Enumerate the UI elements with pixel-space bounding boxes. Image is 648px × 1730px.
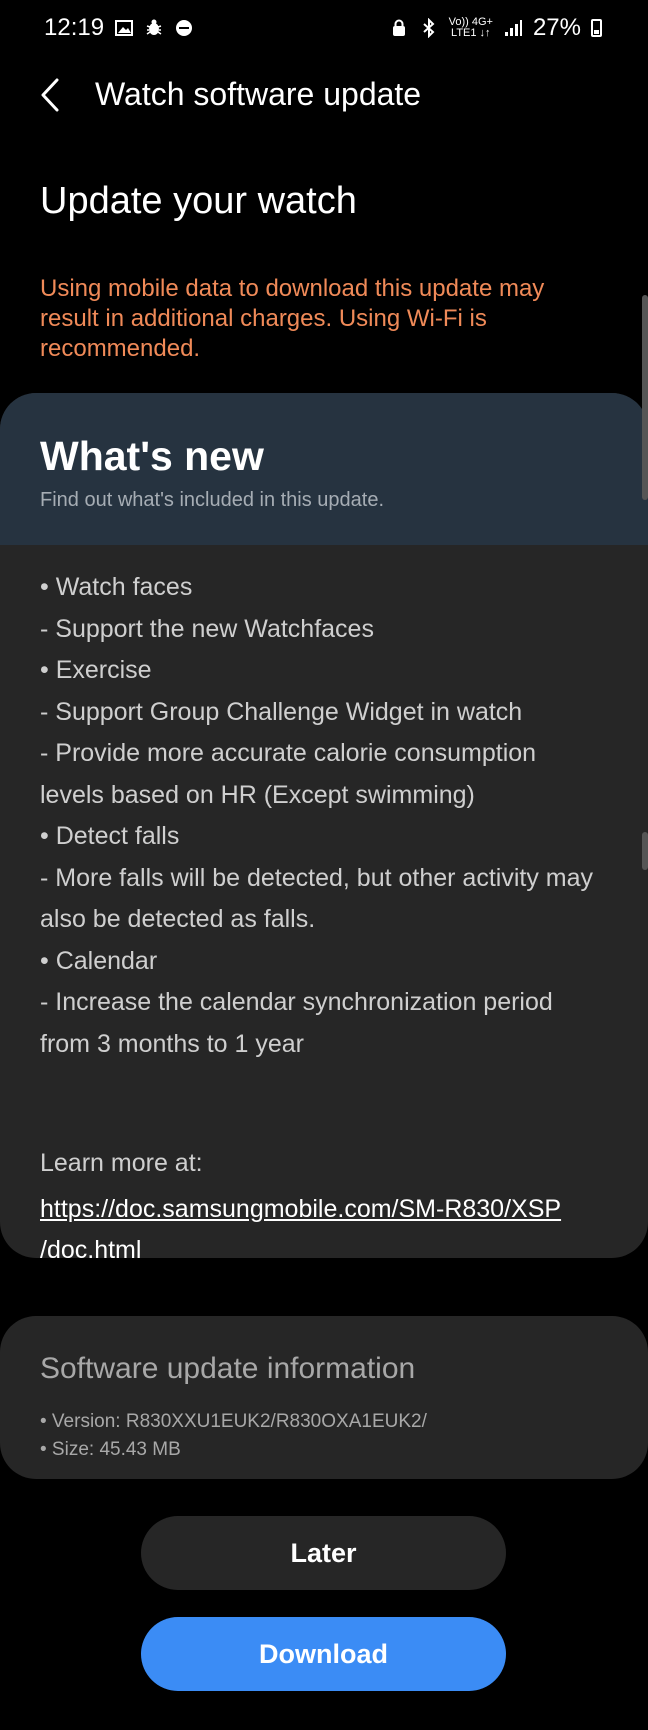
release-note-line: • Detect falls xyxy=(40,822,180,850)
release-note-line: - Provide more accurate calorie consumpt… xyxy=(40,739,537,767)
app-bar: Watch software update xyxy=(0,60,648,130)
later-button[interactable]: Later xyxy=(141,1516,506,1590)
network-type-bottom: LTE1 ↓↑ xyxy=(451,27,491,39)
chevron-left-icon xyxy=(41,78,59,112)
learn-more-link[interactable]: https://doc.samsungmobile.com/SM-R830/XS… xyxy=(40,1189,620,1258)
status-time: 12:19 xyxy=(44,14,105,41)
download-button[interactable]: Download xyxy=(141,1617,506,1691)
news-icon xyxy=(176,20,192,36)
back-button[interactable] xyxy=(30,72,70,118)
whats-new-header: What's new Find out what's included in t… xyxy=(0,393,648,545)
whats-new-subtitle: Find out what's included in this update. xyxy=(40,489,385,511)
network-indicator: Vo)) 4G+ LTE1 ↓↑ xyxy=(449,17,493,39)
release-note-line: • Calendar xyxy=(40,946,158,975)
learn-more-label: Learn more at: xyxy=(40,1149,203,1177)
release-note-line: levels based on HR (Except swimming) xyxy=(40,780,475,809)
release-note-line: also be detected as falls. xyxy=(40,905,316,933)
release-notes: • Watch faces - Support the new Watchfac… xyxy=(40,567,620,1065)
page-title: Update your watch xyxy=(40,180,357,222)
learn-more-link-line[interactable]: https://doc.samsungmobile.com/SM-R830/XS… xyxy=(40,1189,620,1230)
status-notification-icons xyxy=(114,18,194,38)
status-bar: 12:19 Vo)) 4G+ LTE1 ↓↑ 27% xyxy=(0,0,648,56)
lock-icon xyxy=(392,19,405,36)
bug-icon xyxy=(146,19,162,35)
app-bar-title: Watch software update xyxy=(95,76,422,112)
release-note-line: - More falls will be detected, but other… xyxy=(40,863,594,892)
scrollbar-thumb[interactable] xyxy=(642,295,648,500)
battery-percent: 27% xyxy=(532,14,581,41)
software-info-title: Software update information xyxy=(40,1352,416,1385)
software-size: • Size: 45.43 MB xyxy=(40,1439,181,1460)
bluetooth-icon xyxy=(422,18,435,38)
release-note-line: - Increase the calendar synchronization … xyxy=(40,988,553,1016)
battery-icon xyxy=(591,19,602,37)
learn-more-link-line[interactable]: /doc.html xyxy=(40,1230,620,1258)
scrollbar-thumb[interactable] xyxy=(642,832,648,870)
whats-new-title: What's new xyxy=(40,433,264,479)
gallery-icon xyxy=(115,20,133,36)
whats-new-card[interactable]: What's new Find out what's included in t… xyxy=(0,393,648,1258)
release-note-line: • Watch faces xyxy=(40,573,193,601)
signal-icon xyxy=(504,20,522,36)
release-note-line: • Exercise xyxy=(40,656,152,684)
release-note-line: - Support Group Challenge Widget in watc… xyxy=(40,697,523,726)
software-version: • Version: R830XXU1EUK2/R830OXA1EUK2/ xyxy=(40,1411,427,1432)
release-note-line: - Support the new Watchfaces xyxy=(40,614,374,643)
release-note-line: from 3 months to 1 year xyxy=(40,1029,305,1058)
mobile-data-warning: Using mobile data to download this updat… xyxy=(40,275,545,362)
software-info-card: Software update information • Version: R… xyxy=(0,1316,648,1479)
status-system-icons: Vo)) 4G+ LTE1 ↓↑ 27% xyxy=(389,14,602,42)
